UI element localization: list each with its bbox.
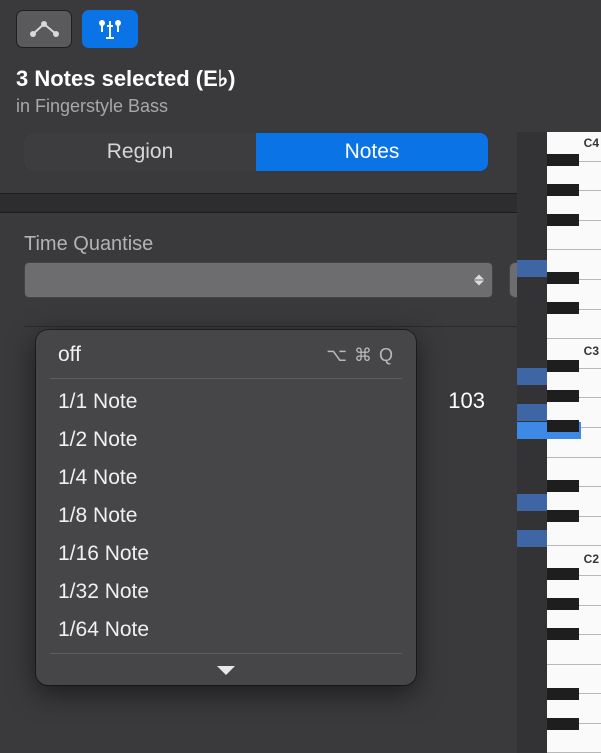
- note-bar[interactable]: [517, 530, 547, 547]
- menu-item-note[interactable]: 1/8 Note: [36, 497, 416, 535]
- piano-black-key[interactable]: [547, 360, 579, 372]
- time-quantise-menu: off ⌥ ⌘ Q 1/1 Note 1/2 Note 1/4 Note 1/8…: [36, 330, 416, 685]
- section-divider: [0, 193, 601, 213]
- piano-black-key[interactable]: [547, 688, 579, 700]
- menu-more-button[interactable]: [36, 658, 416, 685]
- piano-black-key[interactable]: [547, 510, 579, 522]
- piano-black-key[interactable]: [547, 184, 579, 196]
- menu-item-label: 1/4 Note: [58, 466, 137, 490]
- tab-region[interactable]: Region: [24, 133, 256, 171]
- note-lane-bg: [517, 132, 548, 753]
- piano-black-key[interactable]: [547, 598, 579, 610]
- menu-item-note[interactable]: 1/16 Note: [36, 535, 416, 573]
- note-bar[interactable]: [517, 404, 547, 421]
- note-bar[interactable]: [517, 260, 547, 277]
- velocity-value: 103: [448, 388, 485, 414]
- menu-item-shortcut: ⌥ ⌘ Q: [326, 345, 394, 366]
- region-notes-segmented: Region Notes: [24, 133, 488, 171]
- piano-black-key[interactable]: [547, 420, 579, 432]
- piano-black-key[interactable]: [547, 214, 579, 226]
- piano-black-key[interactable]: [547, 302, 579, 314]
- param-divider: [24, 326, 577, 327]
- menu-item-label: 1/64 Note: [58, 618, 149, 642]
- menu-item-label: 1/16 Note: [58, 542, 149, 566]
- piano-black-key[interactable]: [547, 390, 579, 402]
- menu-item-note[interactable]: 1/32 Note: [36, 573, 416, 611]
- menu-item-label: off: [58, 343, 81, 367]
- menu-item-label: 1/8 Note: [58, 504, 137, 528]
- piano-black-key[interactable]: [547, 154, 579, 166]
- menu-item-note[interactable]: 1/1 Note: [36, 383, 416, 421]
- menu-item-label: 1/2 Note: [58, 428, 137, 452]
- piano-black-key[interactable]: [547, 718, 579, 730]
- menu-item-label: 1/1 Note: [58, 390, 137, 414]
- piano-roll: C4 C3 C2: [517, 132, 601, 753]
- menu-item-label: 1/32 Note: [58, 580, 149, 604]
- menu-item-off[interactable]: off ⌥ ⌘ Q: [36, 336, 416, 374]
- octave-label-c2: C2: [547, 552, 601, 566]
- popup-arrows-icon: [474, 275, 484, 286]
- tab-notes[interactable]: Notes: [256, 133, 488, 171]
- piano-black-key[interactable]: [547, 480, 579, 492]
- piano-black-key[interactable]: [547, 628, 579, 640]
- menu-item-note[interactable]: 1/64 Note: [36, 611, 416, 649]
- menu-item-note[interactable]: 1/4 Note: [36, 459, 416, 497]
- note-bar[interactable]: [517, 494, 547, 511]
- menu-item-note[interactable]: 1/2 Note: [36, 421, 416, 459]
- chevron-down-icon: [217, 666, 235, 675]
- octave-label-c4: C4: [547, 136, 601, 150]
- selection-title: 3 Notes selected (E♭): [16, 66, 585, 92]
- menu-separator: [50, 653, 402, 654]
- selection-subtitle: in Fingerstyle Bass: [16, 96, 585, 117]
- octave-label-c3: C3: [547, 344, 601, 358]
- menu-separator: [50, 378, 402, 379]
- midi-draw-icon[interactable]: [82, 10, 138, 48]
- automation-curve-icon[interactable]: [16, 10, 72, 48]
- piano-black-key[interactable]: [547, 272, 579, 284]
- time-quantise-popup[interactable]: [24, 262, 493, 298]
- time-quantise-label: Time Quantise: [24, 233, 577, 256]
- note-bar[interactable]: [517, 368, 547, 385]
- piano-black-key[interactable]: [547, 568, 579, 580]
